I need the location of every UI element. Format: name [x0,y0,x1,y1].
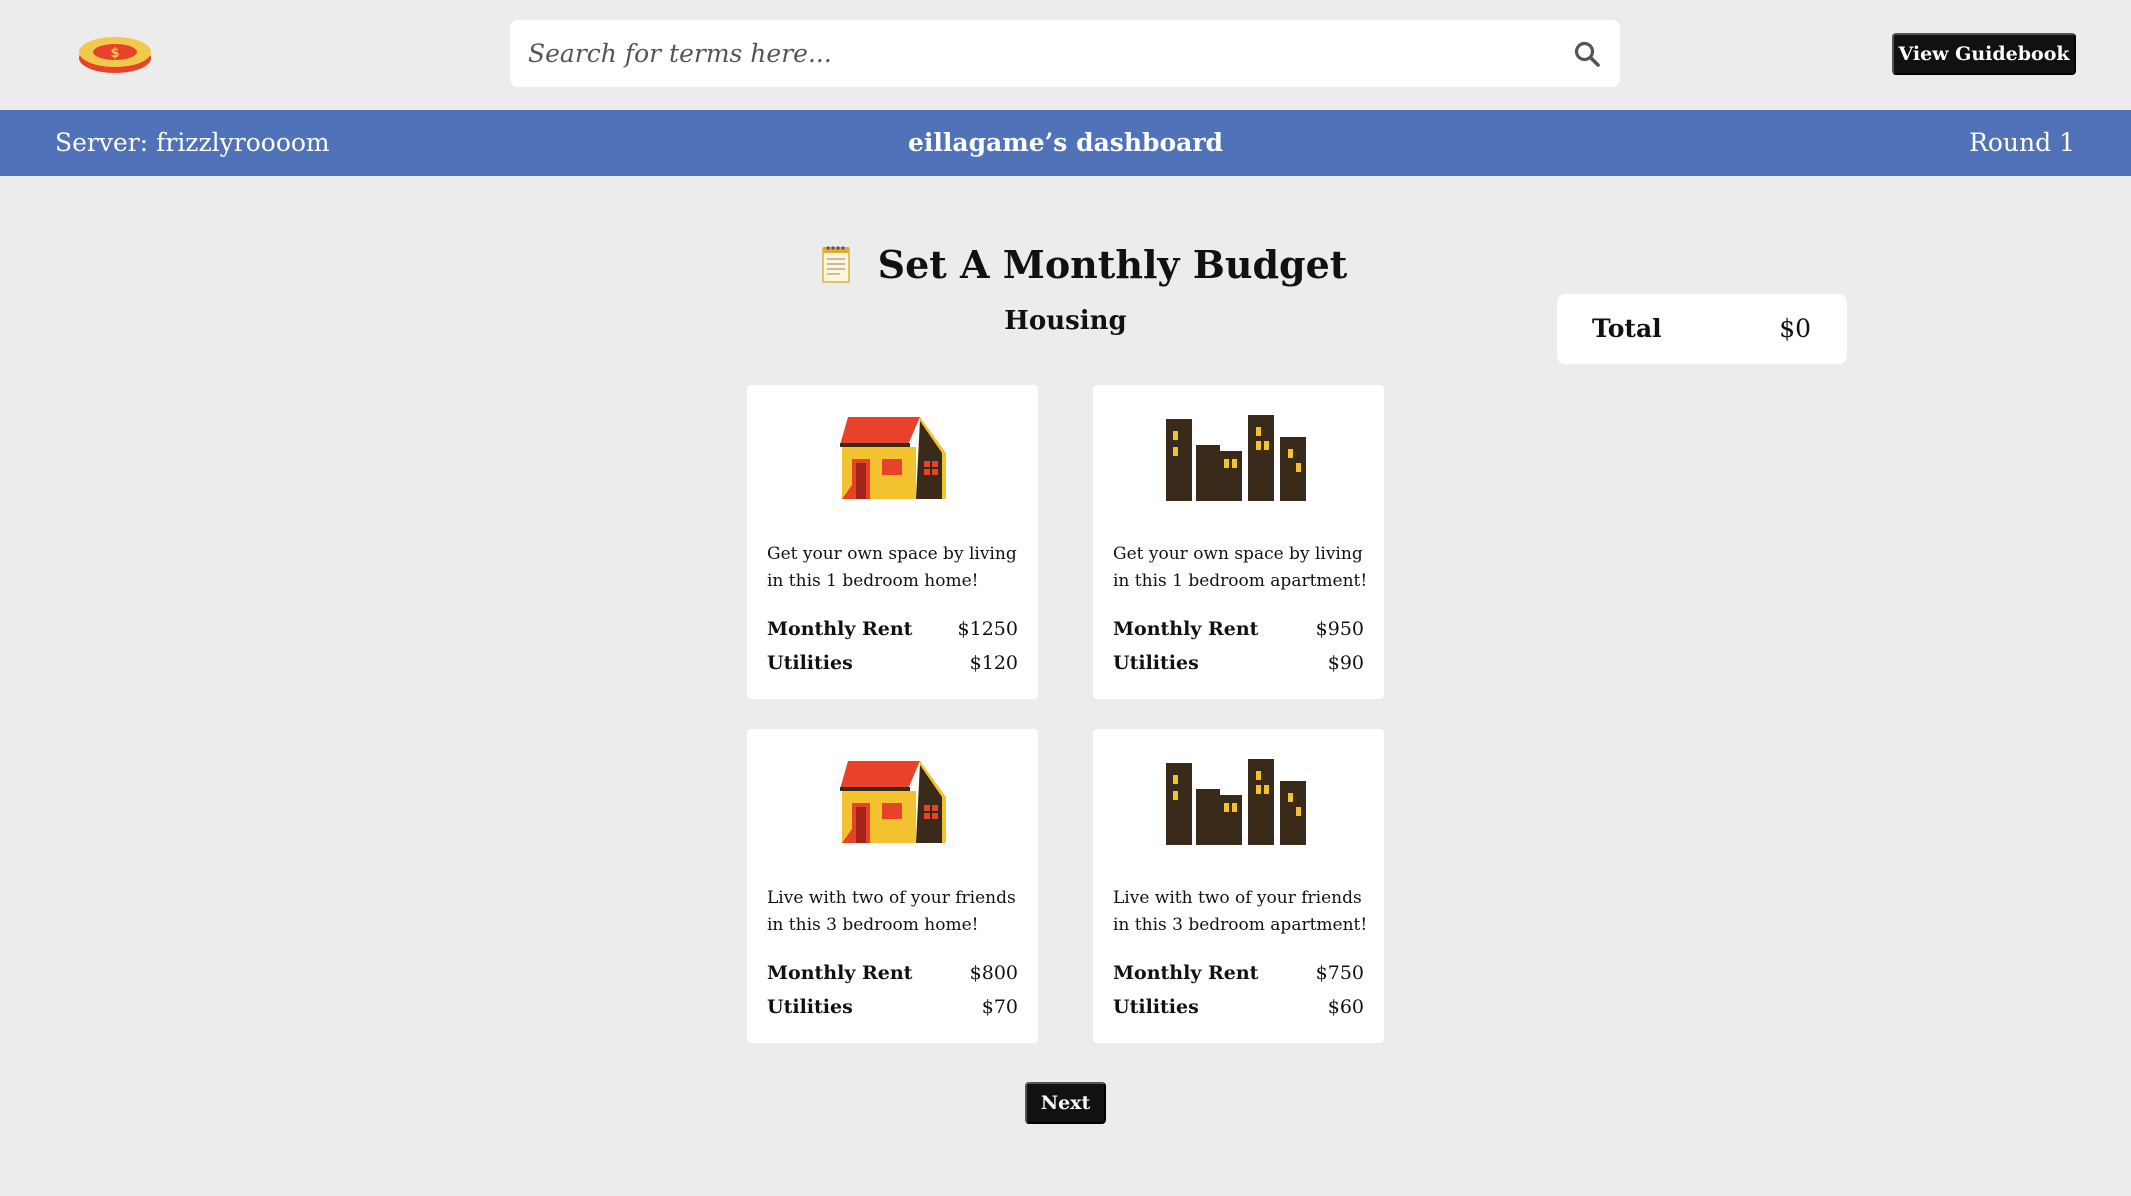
utilities-value: $120 [969,652,1018,674]
housing-option-card[interactable]: Live with two of your friends in this 3 … [1093,729,1384,1043]
rent-label: Monthly Rent [1113,618,1259,640]
search-bar [510,20,1620,87]
apartment-buildings-icon [1164,759,1314,859]
utilities-label: Utilities [767,652,853,674]
utilities-row: Utilities $90 [1113,648,1364,678]
total-box: Total $0 [1557,294,1847,364]
house-icon [838,759,948,859]
card-description: Live with two of your friends in this 3 … [767,888,1016,935]
card-description: Get your own space by living in this 1 b… [767,544,1017,591]
rent-value: $750 [1315,962,1364,984]
total-value: $0 [1779,314,1811,343]
page-title: Set A Monthly Budget [877,241,1348,287]
housing-option-card[interactable]: Get your own space by living in this 1 b… [747,385,1038,699]
rent-value: $950 [1315,618,1364,640]
utilities-value: $90 [1327,652,1364,674]
utilities-label: Utilities [1113,996,1199,1018]
utilities-row: Utilities $60 [1113,992,1364,1022]
housing-option-card[interactable]: Live with two of your friends in this 3 … [747,729,1038,1043]
rent-row: Monthly Rent $950 [1113,614,1364,644]
card-description: Get your own space by living in this 1 b… [1113,544,1368,591]
search-input[interactable] [528,20,1528,87]
rent-value: $800 [969,962,1018,984]
notepad-icon [821,245,850,283]
rent-row: Monthly Rent $800 [767,958,1018,988]
rent-row: Monthly Rent $1250 [767,614,1018,644]
top-bar: $ View Guidebook [0,0,2131,110]
rent-row: Monthly Rent $750 [1113,958,1364,988]
utilities-row: Utilities $120 [767,648,1018,678]
rent-label: Monthly Rent [1113,962,1259,984]
utilities-label: Utilities [1113,652,1199,674]
rent-label: Monthly Rent [767,962,913,984]
utilities-value: $70 [981,996,1018,1018]
dashboard-title: eillagame’s dashboard [907,128,1224,157]
search-icon[interactable] [1573,40,1601,68]
total-label: Total [1592,314,1662,343]
housing-option-card[interactable]: Get your own space by living in this 1 b… [1093,385,1384,699]
house-icon [838,415,948,515]
utilities-row: Utilities $70 [767,992,1018,1022]
status-bar: Server: frizzlyroooom eillagame’s dashbo… [0,110,2131,176]
svg-text:$: $ [110,46,119,61]
view-guidebook-button[interactable]: View Guidebook [1892,33,2076,75]
rent-value: $1250 [957,618,1018,640]
card-description: Live with two of your friends in this 3 … [1113,888,1368,935]
coin-logo-icon[interactable]: $ [77,34,153,74]
round-indicator: Round 1 [1969,128,2075,157]
page-title-row: Set A Monthly Budget [0,236,2131,292]
rent-label: Monthly Rent [767,618,913,640]
next-button[interactable]: Next [1025,1082,1106,1124]
apartment-buildings-icon [1164,415,1314,515]
utilities-value: $60 [1327,996,1364,1018]
utilities-label: Utilities [767,996,853,1018]
